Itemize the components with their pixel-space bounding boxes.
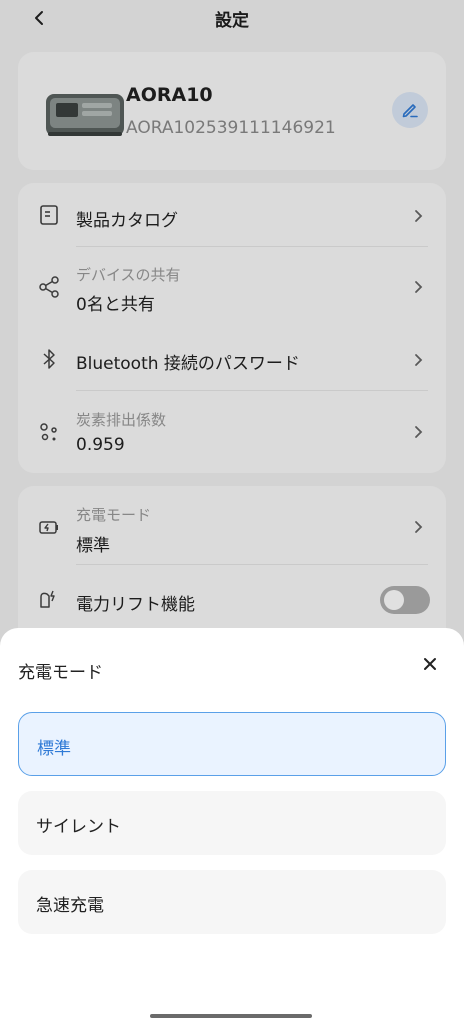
option-silent[interactable]: サイレント xyxy=(18,791,446,855)
option-label: サイレント xyxy=(36,817,121,837)
option-label: 急速充電 xyxy=(36,896,104,916)
charge-mode-sheet: 充電モード 標準 サイレント 急速充電 xyxy=(0,628,464,1024)
close-button[interactable] xyxy=(418,652,442,676)
home-indicator xyxy=(150,1014,312,1018)
option-standard[interactable]: 標準 xyxy=(18,712,446,776)
option-fast-charge[interactable]: 急速充電 xyxy=(18,870,446,934)
sheet-title: 充電モード xyxy=(18,663,103,683)
settings-page: 設定 AORA10 AORA102539111146921 製品カタログ デバイ… xyxy=(0,0,464,1024)
option-label: 標準 xyxy=(37,739,71,759)
close-icon xyxy=(424,658,436,670)
